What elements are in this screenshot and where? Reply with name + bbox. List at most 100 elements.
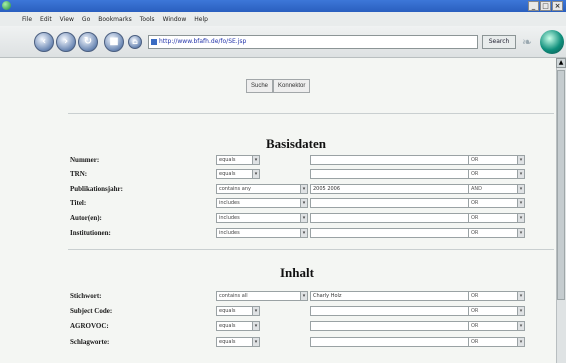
form-row-subject-code: Subject Code: equals ▾ OR ▾ xyxy=(70,306,540,317)
menu-window[interactable]: Window xyxy=(163,16,187,23)
window-controls: _ □ × xyxy=(528,1,563,11)
boolean-select[interactable]: OR ▾ xyxy=(468,228,525,238)
chevron-down-icon: ▾ xyxy=(517,156,524,164)
boolean-value: OR xyxy=(471,230,479,236)
form-row-autoren: Autor(en): includes ▾ OR ▾ xyxy=(70,213,540,224)
search-button-label: Search xyxy=(488,38,510,45)
operator-select[interactable]: equals ▾ xyxy=(216,306,260,316)
suche-button[interactable]: Suche xyxy=(246,79,274,93)
value-input[interactable] xyxy=(310,306,470,316)
konnektor-button[interactable]: Konnektor xyxy=(273,79,311,93)
divider xyxy=(68,113,554,114)
field-label: Institutionen: xyxy=(70,229,111,237)
field-label: Titel: xyxy=(70,199,87,207)
menu-edit[interactable]: Edit xyxy=(40,16,52,23)
home-icon[interactable]: ⌂ xyxy=(128,35,142,49)
operator-value: contains all xyxy=(219,293,248,299)
menu-file[interactable]: File xyxy=(22,16,32,23)
chevron-down-icon: ▾ xyxy=(252,156,259,164)
value-input[interactable] xyxy=(310,213,470,223)
operator-select[interactable]: includes ▾ xyxy=(216,228,308,238)
menu-view[interactable]: View xyxy=(60,16,74,23)
field-label: Stichwort: xyxy=(70,292,102,300)
maximize-button[interactable]: □ xyxy=(540,1,551,11)
chevron-down-icon: ▾ xyxy=(252,322,259,330)
value-input[interactable]: Charly Holz xyxy=(310,291,470,301)
operator-select[interactable]: includes ▾ xyxy=(216,213,308,223)
value-input[interactable] xyxy=(310,228,470,238)
url-input[interactable]: http://www.bfafh.de/fo/SE.jsp xyxy=(148,35,478,49)
window-titlebar: _ □ × xyxy=(0,0,566,12)
boolean-select[interactable]: AND ▾ xyxy=(468,184,525,194)
back-arrow-icon[interactable]: ‹ xyxy=(34,32,54,52)
url-text: http://www.bfafh.de/fo/SE.jsp xyxy=(159,38,247,45)
form-row-institutionen: Institutionen: includes ▾ OR ▾ xyxy=(70,228,540,239)
operator-select[interactable]: equals ▾ xyxy=(216,169,260,179)
field-label: Nummer: xyxy=(70,156,100,164)
operator-value: equals xyxy=(219,323,236,329)
chevron-down-icon: ▾ xyxy=(300,292,307,300)
operator-value: contains any xyxy=(219,186,251,192)
chevron-down-icon: ▾ xyxy=(517,214,524,222)
chevron-down-icon: ▾ xyxy=(517,229,524,237)
stop-icon[interactable]: ■ xyxy=(104,32,124,52)
top-tabs: Suche Konnektor xyxy=(246,79,311,93)
chevron-down-icon: ▾ xyxy=(252,338,259,346)
value-input[interactable] xyxy=(310,321,470,331)
scroll-up-arrow-icon[interactable]: ▲ xyxy=(556,58,566,68)
value-input[interactable] xyxy=(310,337,470,347)
operator-select[interactable]: equals ▾ xyxy=(216,155,260,165)
boolean-select[interactable]: OR ▾ xyxy=(468,321,525,331)
boolean-select[interactable]: OR ▾ xyxy=(468,306,525,316)
chevron-down-icon: ▾ xyxy=(300,185,307,193)
forward-arrow-icon[interactable]: › xyxy=(56,32,76,52)
section-title-inhalt: Inhalt xyxy=(280,265,314,280)
operator-select[interactable]: includes ▾ xyxy=(216,198,308,208)
chevron-down-icon: ▾ xyxy=(517,338,524,346)
browser-app-icon xyxy=(2,1,11,10)
page-content xyxy=(0,58,556,363)
page-icon xyxy=(151,39,157,45)
value-input[interactable] xyxy=(310,169,470,179)
operator-select[interactable]: contains all ▾ xyxy=(216,291,308,301)
value-input[interactable] xyxy=(310,198,470,208)
reload-icon[interactable]: ↻ xyxy=(78,32,98,52)
menu-go[interactable]: Go xyxy=(82,16,90,23)
operator-select[interactable]: contains any ▾ xyxy=(216,184,308,194)
boolean-select[interactable]: OR ▾ xyxy=(468,169,525,179)
boolean-value: OR xyxy=(471,323,479,329)
chevron-down-icon: ▾ xyxy=(517,170,524,178)
operator-select[interactable]: equals ▾ xyxy=(216,337,260,347)
chevron-down-icon: ▾ xyxy=(252,307,259,315)
operator-select[interactable]: equals ▾ xyxy=(216,321,260,331)
throbber-icon xyxy=(540,30,564,54)
scrollbar-thumb[interactable] xyxy=(557,70,565,300)
operator-value: equals xyxy=(219,308,236,314)
field-label: TRN: xyxy=(70,170,88,178)
search-button[interactable]: Search xyxy=(482,35,516,49)
menu-help[interactable]: Help xyxy=(194,16,208,23)
boolean-select[interactable]: OR ▾ xyxy=(468,337,525,347)
chevron-down-icon: ▾ xyxy=(300,214,307,222)
chevron-down-icon: ▾ xyxy=(300,199,307,207)
boolean-value: OR xyxy=(471,293,479,299)
close-button[interactable]: × xyxy=(552,1,563,11)
boolean-value: AND xyxy=(471,186,483,192)
menu-tools[interactable]: Tools xyxy=(140,16,155,23)
value-input[interactable] xyxy=(310,155,470,165)
field-label: Publikationsjahr: xyxy=(70,185,123,193)
navigation-toolbar: ‹ › ↻ ■ ⌂ http://www.bfafh.de/fo/SE.jsp … xyxy=(0,26,566,58)
form-row-nummer: Nummer: equals ▾ OR ▾ xyxy=(70,155,540,166)
menu-bookmarks[interactable]: Bookmarks xyxy=(98,16,132,23)
divider xyxy=(68,249,554,250)
minimize-button[interactable]: _ xyxy=(528,1,539,11)
boolean-select[interactable]: OR ▾ xyxy=(468,291,525,301)
value-input[interactable]: 2005 2006 xyxy=(310,184,470,194)
chevron-down-icon: ▾ xyxy=(517,199,524,207)
bird-icon: ❧ xyxy=(522,35,533,49)
operator-value: includes xyxy=(219,215,240,221)
operator-value: includes xyxy=(219,200,240,206)
boolean-select[interactable]: OR ▾ xyxy=(468,213,525,223)
boolean-select[interactable]: OR ▾ xyxy=(468,155,525,165)
boolean-select[interactable]: OR ▾ xyxy=(468,198,525,208)
